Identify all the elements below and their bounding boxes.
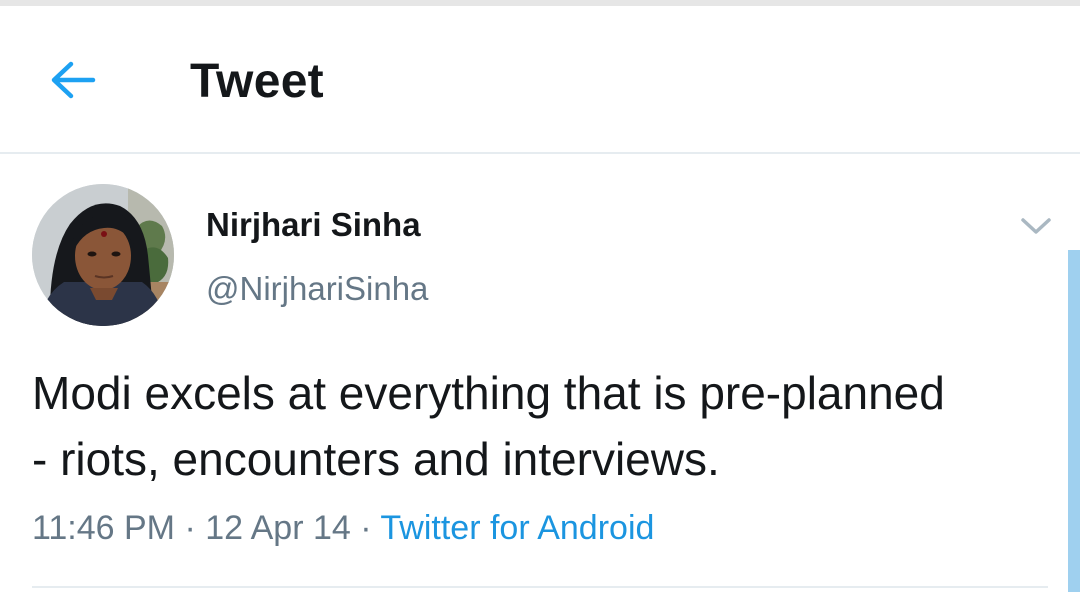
scrollbar[interactable] xyxy=(1068,250,1080,592)
author-handle[interactable]: @NirjhariSinha xyxy=(206,270,428,308)
back-button[interactable] xyxy=(40,50,106,114)
author-name[interactable]: Nirjhari Sinha xyxy=(206,206,421,244)
page-title: Tweet xyxy=(190,55,324,108)
tweet-meta: 11:46 PM · 12 Apr 14 · Twitter for Andro… xyxy=(32,509,654,548)
tweet-card: Nirjhari Sinha @NirjhariSinha Modi excel… xyxy=(0,154,1080,592)
tweet-date: 12 Apr 14 xyxy=(205,509,351,547)
tweet-detail-screen: Tweet Nirjhari Sinha @NirjhariSinha Modi… xyxy=(0,0,1080,592)
tweet-text: Modi excels at everything that is pre-pl… xyxy=(32,367,945,485)
arrow-left-icon xyxy=(49,59,97,106)
meta-separator: · xyxy=(175,509,206,547)
more-options-button[interactable] xyxy=(1012,206,1060,250)
tweet-time: 11:46 PM xyxy=(32,509,176,547)
app-header: Tweet xyxy=(0,6,1080,154)
tweet-source-link[interactable]: Twitter for Android xyxy=(380,509,654,547)
divider xyxy=(32,586,1048,588)
meta-separator: · xyxy=(350,509,381,547)
chevron-down-icon xyxy=(1019,215,1053,242)
avatar[interactable] xyxy=(32,184,174,326)
